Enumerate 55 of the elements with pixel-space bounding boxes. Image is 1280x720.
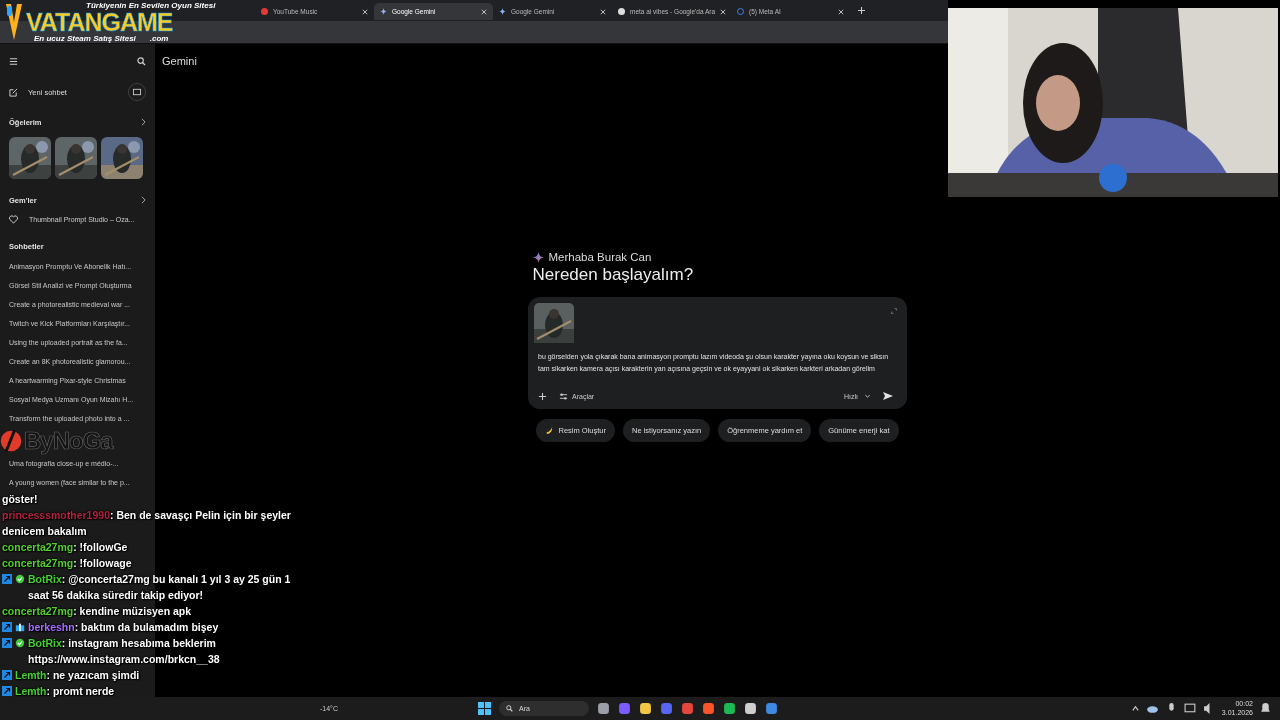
close-icon[interactable] [481,8,487,15]
search-icon [506,705,513,712]
chat-message: concerta27mg: !followage [2,556,132,571]
app-icon[interactable] [597,702,610,715]
close-icon[interactable] [362,8,368,15]
chat-message: concerta27mg: !followGe [2,540,128,555]
add-icon[interactable] [538,391,547,401]
chat-message: Lemth: promt nerde [15,684,115,699]
heart-icon [9,215,18,224]
sparkle-icon [499,8,506,15]
chat-message: BotRix: @concerta27mg bu kanalı 1 yıl 3 ay 25 gün 1 saat 56 dakika süredir takip ediyor! [28,572,292,603]
close-icon[interactable] [720,8,727,15]
close-icon[interactable] [600,8,606,15]
chevron-icon[interactable] [141,118,146,126]
stream-logo: ByNoGa [24,428,113,454]
close-icon[interactable] [838,8,844,15]
banner-tagline: Türkiyenin En Sevilen Oyun Sitesi [86,1,216,10]
banana-icon [545,426,555,435]
chat-message: BotRix: instagram hesabıma beklerim https://www.instagram.com/brkcn__38 [28,636,221,667]
edit-icon [9,87,18,97]
menu-icon[interactable] [9,56,18,66]
check-icon [15,574,25,584]
chevron-up-icon[interactable] [1130,704,1140,713]
music-icon [261,8,268,15]
send-icon[interactable] [883,391,893,401]
notification-icon[interactable] [1259,702,1272,715]
app-icon[interactable] [765,702,778,715]
expand-icon[interactable] [891,308,897,314]
banner-brand: VATANGAME [26,9,173,35]
search-icon[interactable] [137,56,146,66]
chat-message: Lemth: ne yazıcam şimdi [15,668,140,683]
app-icon[interactable] [744,702,757,715]
start-icon[interactable] [478,702,491,715]
app-title: Gemini [161,54,198,69]
sparkle-icon [380,8,387,15]
chat-message: berkeshn: baktım da bulamadım bişey [28,620,219,635]
caret-icon [864,392,871,400]
check-icon [15,638,25,648]
new-tab-icon[interactable] [858,7,865,14]
greeting-text: Merhaba Burak Can [548,251,652,263]
sparkle-icon [532,251,544,263]
banner-domain: .com [149,34,169,43]
app-icon[interactable] [639,702,652,715]
chat-message: göster! [2,492,38,507]
network-icon[interactable] [1183,702,1197,715]
app-icon[interactable] [702,702,715,715]
app-icon[interactable] [723,702,736,715]
sliders-icon [559,391,568,401]
chat-message: princesssmother1990: Ben de savaşçı Pelin için bir şeyler denicem bakalım [2,508,292,539]
headline: Nereden başlayalım? [532,265,695,285]
frame-icon[interactable] [128,83,146,101]
banner-subline: En ucuz Steam Satış Sitesi [34,34,136,43]
chevron-icon[interactable] [141,196,146,204]
prompt-box[interactable] [528,297,907,409]
chat-message: concerta27mg: kendine müzisyen apk [2,604,192,619]
